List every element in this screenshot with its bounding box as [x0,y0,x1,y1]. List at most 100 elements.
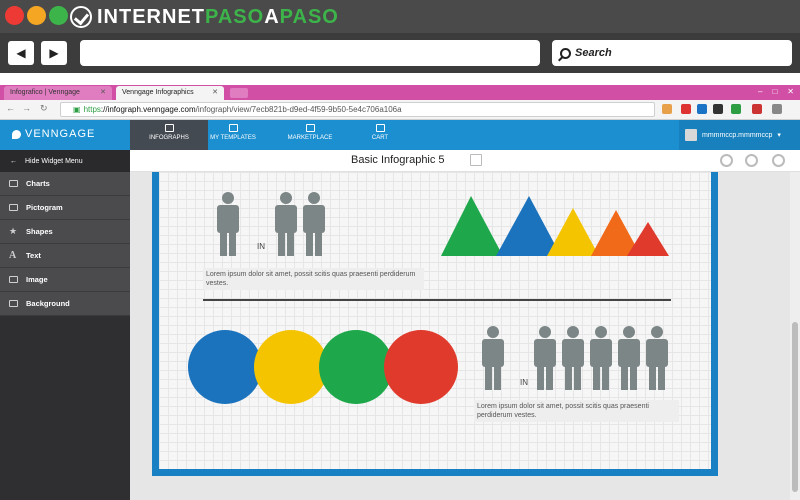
circle-shape[interactable] [254,330,328,404]
circle-shape[interactable] [384,330,458,404]
extension-icon[interactable] [681,104,691,114]
tab-label: Venngage Infographics [122,89,194,96]
outer-address-field[interactable] [80,40,540,66]
person-icon[interactable] [590,326,612,390]
circle-shape[interactable] [188,330,262,404]
cart-icon [305,124,315,132]
templates-icon [228,124,238,132]
address-bar: ← → ↻ ▣ https://infograph.venngage.com/in… [0,100,800,120]
extension-icon[interactable] [731,104,741,114]
person-icon[interactable] [534,326,556,390]
person-icon[interactable] [646,326,668,390]
browser-tab-1[interactable]: Infografico | Venngage ✕ [4,86,112,100]
hide-widget-menu-button[interactable]: ← Hide Widget Menu [0,150,130,172]
window-controls: – □ ✕ [758,87,794,96]
pictogram-icon [9,204,18,211]
person-icon[interactable] [303,192,325,256]
logo-mark-icon [12,129,21,139]
tab-marketplace[interactable]: MARKETPLACE [271,120,349,150]
text-icon: A [9,250,17,261]
editor-canvas[interactable]: IN Lorem ipsum dolor sit amet, possit sc… [130,172,790,500]
triangle-shapes[interactable] [441,192,681,262]
tab-cart[interactable]: CART [341,120,419,150]
outer-title-bar: INTERNETPASOAPASO [0,0,800,33]
app-header: VENNGAGE INFOGRAPHS MY TEMPLATES MARKETP… [0,120,800,150]
scrollbar-thumb[interactable] [792,322,798,492]
close-window-button[interactable] [5,6,24,25]
zoom-out-icon[interactable] [745,154,758,167]
outer-toolbar: ◀ ▶ Search [0,33,800,73]
sidebar-item-shapes[interactable]: ★ Shapes [0,220,130,244]
tab-label: Infografico | Venngage [10,89,80,96]
document-header: Basic Infographic 5 [130,150,800,172]
person-icon[interactable] [275,192,297,256]
sidebar-item-text[interactable]: A Text [0,244,130,268]
reload-icon[interactable]: ↻ [40,103,48,114]
close-icon[interactable]: ✕ [787,87,794,96]
brand-logo: INTERNETPASOAPASO [70,5,339,29]
checkmark-icon [70,6,92,28]
lock-icon: ▣ [73,105,81,114]
pictogram-people-top[interactable] [214,190,354,270]
extension-icon[interactable] [697,104,707,114]
user-menu[interactable]: mmmmccp.mmmmccp ▾ [679,120,800,150]
back-arrow-icon[interactable]: ← [6,103,15,113]
person-icon[interactable] [217,192,239,256]
chevron-down-icon: ▾ [777,132,781,139]
brand-text: INTERNETPASOAPASO [97,5,339,28]
person-icon[interactable] [482,326,504,390]
pictogram-people-bottom[interactable] [479,322,669,402]
image-icon [9,276,18,283]
search-icon [560,47,571,59]
inner-browser-window: Infografico | Venngage ✕ Venngage Infogr… [0,85,800,500]
circle-shape[interactable] [319,330,393,404]
new-tab-button[interactable] [230,88,248,98]
sidebar-item-image[interactable]: Image [0,268,130,292]
circle-shapes[interactable] [187,327,467,407]
lorem-text-top[interactable]: Lorem ipsum dolor sit amet, possit sciti… [203,268,424,290]
sidebar-item-pictogram[interactable]: Pictogram [0,196,130,220]
person-icon[interactable] [618,326,640,390]
sidebar-item-charts[interactable]: Charts [0,172,130,196]
extension-icon[interactable] [713,104,723,114]
lorem-text-bottom[interactable]: Lorem ipsum dolor sit amet, possit sciti… [474,400,679,422]
restore-icon[interactable]: □ [772,87,777,96]
settings-icon[interactable] [772,154,785,167]
tab-my-templates[interactable]: MY TEMPLATES [194,120,272,150]
minimize-window-button[interactable] [27,6,46,25]
outer-search-field[interactable]: Search [552,40,792,66]
menu-icon[interactable] [772,104,782,114]
minimize-icon[interactable]: – [758,87,762,96]
tab-close-icon[interactable]: ✕ [212,86,218,100]
extension-icon[interactable] [662,104,672,114]
triangle-shape[interactable] [547,208,599,256]
cart-icon [375,124,385,132]
edit-title-icon[interactable] [470,154,482,166]
venngage-logo[interactable]: VENNGAGE [12,128,95,140]
back-button[interactable]: ◀ [8,41,34,65]
window-gap [0,73,800,85]
tab-close-icon[interactable]: ✕ [100,86,106,100]
sidebar-item-background[interactable]: Background [0,292,130,316]
divider-line[interactable] [203,299,671,301]
person-icon[interactable] [562,326,584,390]
in-label-top: IN [257,242,265,251]
maximize-window-button[interactable] [49,6,68,25]
avatar [685,129,697,141]
triangle-shape[interactable] [441,196,503,256]
triangle-shape[interactable] [496,196,561,256]
shapes-icon: ★ [9,226,18,236]
zoom-in-icon[interactable] [720,154,733,167]
browser-tab-2[interactable]: Venngage Infographics ✕ [116,86,224,100]
background-icon [9,300,18,307]
triangle-shape[interactable] [627,222,669,256]
infographic-page[interactable]: IN Lorem ipsum dolor sit amet, possit sc… [159,172,711,469]
vertical-scrollbar[interactable] [790,172,800,500]
chart-icon [9,180,18,187]
url-field[interactable]: ▣ https://infograph.venngage.com/infograp… [60,102,655,117]
extension-icon[interactable] [752,104,762,114]
in-label-bottom: IN [520,378,528,387]
forward-button[interactable]: ▶ [41,41,67,65]
forward-arrow-icon[interactable]: → [22,103,31,113]
infographic-frame[interactable]: IN Lorem ipsum dolor sit amet, possit sc… [152,172,718,476]
